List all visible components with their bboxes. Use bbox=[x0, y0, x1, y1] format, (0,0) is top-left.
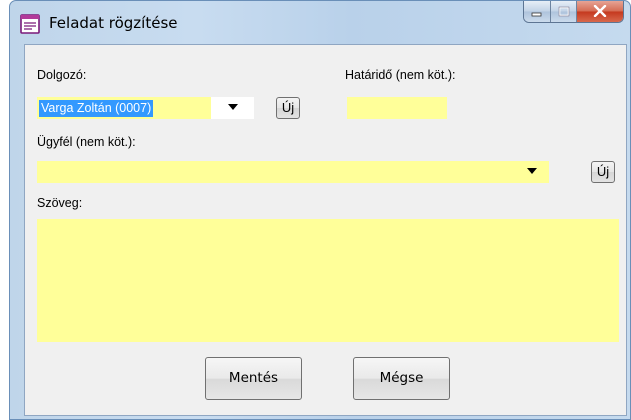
client-label: Ügyfél (nem köt.): bbox=[37, 135, 136, 149]
maximize-button[interactable] bbox=[551, 1, 577, 22]
new-employee-button[interactable]: Új bbox=[276, 97, 300, 119]
minimize-button[interactable] bbox=[524, 1, 551, 22]
window-title: Feladat rögzítése bbox=[49, 14, 178, 32]
text-area[interactable] bbox=[37, 219, 619, 342]
deadline-input[interactable] bbox=[347, 97, 447, 119]
chevron-down-icon bbox=[228, 104, 238, 110]
form-document-icon bbox=[19, 13, 41, 35]
save-button[interactable]: Mentés bbox=[205, 357, 302, 400]
maximize-icon bbox=[558, 2, 570, 21]
close-button[interactable] bbox=[577, 1, 623, 22]
chevron-down-icon bbox=[527, 168, 537, 174]
client-combobox[interactable] bbox=[37, 161, 549, 183]
new-client-button[interactable]: Új bbox=[591, 161, 615, 183]
dialog-window: Feladat rögzítése Dolgozó: Varga Zoltán … bbox=[9, 0, 631, 420]
cancel-button[interactable]: Mégse bbox=[353, 357, 450, 400]
employee-selected-value: Varga Zoltán (0007) bbox=[39, 100, 154, 117]
employee-label: Dolgozó: bbox=[37, 68, 87, 82]
close-icon bbox=[593, 2, 607, 21]
text-label: Szöveg: bbox=[37, 196, 83, 210]
combo-button-area[interactable] bbox=[211, 97, 254, 119]
employee-combobox[interactable]: Varga Zoltán (0007) bbox=[37, 97, 254, 119]
minimize-icon bbox=[531, 2, 543, 21]
deadline-label: Határidő (nem köt.): bbox=[345, 68, 456, 82]
caption-buttons bbox=[523, 1, 624, 23]
dialog-body: Dolgozó: Varga Zoltán (0007) Új Határidő… bbox=[24, 44, 627, 416]
title-bar[interactable]: Feladat rögzítése bbox=[10, 1, 630, 43]
